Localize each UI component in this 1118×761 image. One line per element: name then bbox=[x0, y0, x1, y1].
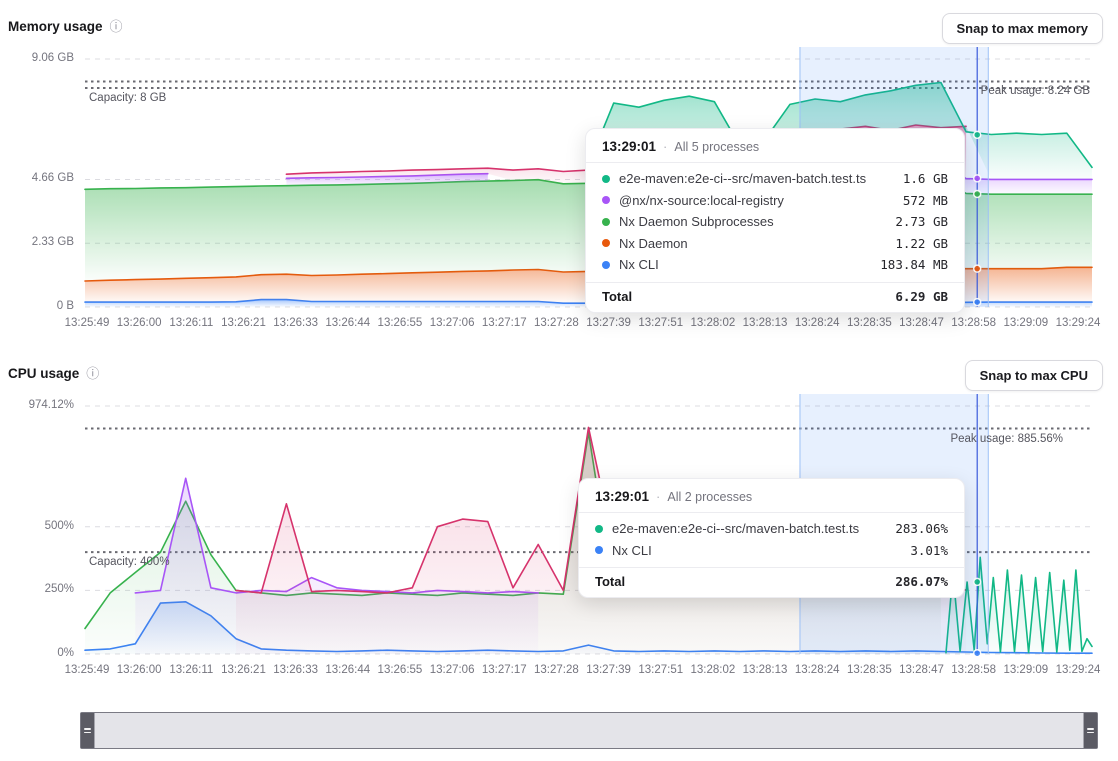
cpu-usage-title: CPU usage bbox=[8, 366, 79, 381]
process-value: 1.22 GB bbox=[895, 236, 948, 251]
process-name: @nx/nx-source:local-registry bbox=[619, 193, 894, 208]
series-color-dot bbox=[602, 218, 610, 226]
memory-usage-header: Memory usage ⓘ bbox=[8, 19, 123, 34]
series-color-dot bbox=[602, 239, 610, 247]
tooltip-total-row: Total 6.29 GB bbox=[586, 282, 964, 312]
brush-track[interactable] bbox=[94, 713, 1084, 748]
tooltip-separator: · bbox=[663, 139, 667, 154]
snap-to-max-memory-button[interactable]: Snap to max memory bbox=[942, 13, 1104, 44]
y-axis-tick-label: 0% bbox=[0, 647, 74, 659]
tooltip-total-value: 286.07% bbox=[895, 574, 948, 589]
process-name: e2e-maven:e2e-ci--src/maven-batch.test.t… bbox=[612, 521, 886, 536]
memory-tooltip: 13:29:01 · All 5 processes e2e-maven:e2e… bbox=[585, 128, 965, 313]
brush-right-handle[interactable] bbox=[1084, 713, 1097, 748]
tooltip-subtitle: All 5 processes bbox=[674, 140, 759, 154]
cpu-usage-section: CPU usage ⓘ Snap to max CPU Capacity: 40… bbox=[0, 347, 1118, 692]
resource-usage-dashboard: Memory usage ⓘ Snap to max memory Capaci… bbox=[0, 0, 1118, 761]
y-axis-tick-label: 9.06 GB bbox=[0, 52, 74, 64]
y-axis-tick-label: 500% bbox=[0, 520, 74, 532]
tooltip-process-row: Nx Daemon Subprocesses 2.73 GB bbox=[586, 211, 964, 233]
cpu-usage-header: CPU usage ⓘ bbox=[8, 366, 99, 381]
y-axis-tick-label: 250% bbox=[0, 583, 74, 595]
snap-to-max-cpu-button[interactable]: Snap to max CPU bbox=[965, 360, 1103, 391]
cpu-capacity-label: Capacity: 400% bbox=[89, 556, 170, 568]
x-axis-tick-label: 13:29:24 bbox=[1046, 664, 1110, 676]
tooltip-total-value: 6.29 GB bbox=[895, 289, 948, 304]
memory-info-icon[interactable]: ⓘ bbox=[110, 20, 123, 33]
tooltip-process-row: Nx Daemon 1.22 GB bbox=[586, 233, 964, 255]
tooltip-time: 13:29:01 bbox=[602, 139, 656, 154]
series-color-dot bbox=[602, 175, 610, 183]
series-color-dot bbox=[602, 196, 610, 204]
y-axis-tick-label: 0 B bbox=[0, 300, 74, 312]
process-value: 283.06% bbox=[895, 521, 948, 536]
tooltip-header: 13:29:01 · All 2 processes bbox=[579, 479, 964, 513]
tooltip-header: 13:29:01 · All 5 processes bbox=[586, 129, 964, 163]
tooltip-rows: e2e-maven:e2e-ci--src/maven-batch.test.t… bbox=[579, 513, 964, 563]
process-value: 183.84 MB bbox=[880, 257, 948, 272]
tooltip-process-row: Nx CLI 183.84 MB bbox=[586, 254, 964, 276]
process-name: Nx Daemon bbox=[619, 236, 886, 251]
memory-capacity-label: Capacity: 8 GB bbox=[89, 92, 166, 104]
process-name: Nx CLI bbox=[612, 543, 901, 558]
process-value: 2.73 GB bbox=[895, 214, 948, 229]
tooltip-subtitle: All 2 processes bbox=[667, 490, 752, 504]
cpu-tooltip: 13:29:01 · All 2 processes e2e-maven:e2e… bbox=[578, 478, 965, 598]
y-axis-tick-label: 4.66 GB bbox=[0, 172, 74, 184]
series-color-dot bbox=[602, 261, 610, 269]
tooltip-process-row: e2e-maven:e2e-ci--src/maven-batch.test.t… bbox=[579, 518, 964, 540]
tooltip-process-row: Nx CLI 3.01% bbox=[579, 540, 964, 562]
tooltip-rows: e2e-maven:e2e-ci--src/maven-batch.test.t… bbox=[586, 163, 964, 278]
process-value: 1.6 GB bbox=[903, 171, 948, 186]
cpu-info-icon[interactable]: ⓘ bbox=[86, 367, 99, 380]
x-axis-tick-label: 13:29:24 bbox=[1046, 317, 1110, 329]
tooltip-total-row: Total 286.07% bbox=[579, 567, 964, 597]
process-name: Nx CLI bbox=[619, 257, 871, 272]
tooltip-time: 13:29:01 bbox=[595, 489, 649, 504]
cpu-peak-usage-label: Peak usage: 885.56% bbox=[950, 433, 1063, 445]
process-name: Nx Daemon Subprocesses bbox=[619, 214, 886, 229]
tooltip-process-row: e2e-maven:e2e-ci--src/maven-batch.test.t… bbox=[586, 168, 964, 190]
y-axis-tick-label: 974.12% bbox=[0, 399, 74, 411]
process-value: 572 MB bbox=[903, 193, 948, 208]
series-color-dot bbox=[595, 525, 603, 533]
series-color-dot bbox=[595, 546, 603, 554]
timeline-brush[interactable] bbox=[80, 712, 1098, 749]
y-axis-tick-label: 2.33 GB bbox=[0, 236, 74, 248]
tooltip-process-row: @nx/nx-source:local-registry 572 MB bbox=[586, 190, 964, 212]
process-value: 3.01% bbox=[910, 543, 948, 558]
process-name: e2e-maven:e2e-ci--src/maven-batch.test.t… bbox=[619, 171, 894, 186]
brush-left-handle[interactable] bbox=[81, 713, 94, 748]
tooltip-separator: · bbox=[656, 489, 660, 504]
tooltip-total-label: Total bbox=[602, 289, 632, 304]
memory-peak-usage-label: Peak usage: 8.24 GB bbox=[981, 85, 1090, 97]
memory-usage-title: Memory usage bbox=[8, 19, 103, 34]
memory-usage-section: Memory usage ⓘ Snap to max memory Capaci… bbox=[0, 0, 1118, 345]
tooltip-total-label: Total bbox=[595, 574, 625, 589]
